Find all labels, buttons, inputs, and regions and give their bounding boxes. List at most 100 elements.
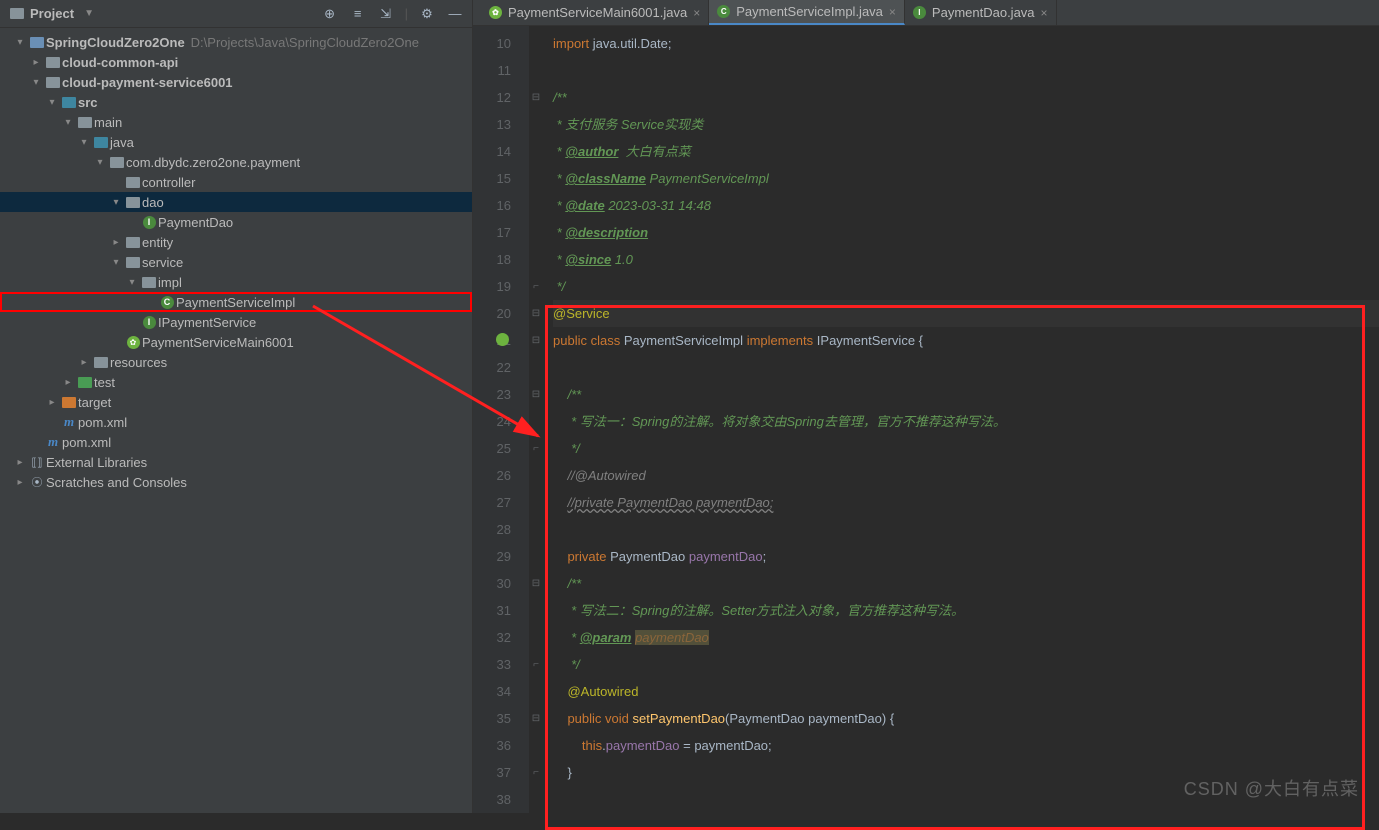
fold-marker[interactable]: ⊟	[529, 381, 543, 408]
tree-item-controller[interactable]: controller	[0, 172, 472, 192]
code-content[interactable]: import java.util.Date; /** * 支付服务 Service…	[543, 26, 1379, 813]
tree-item-ipaymentservice[interactable]: IIPaymentService	[0, 312, 472, 332]
code-line[interactable]: */	[553, 651, 1379, 678]
tree-arrow-icon[interactable]: ▾	[60, 117, 76, 128]
fold-marker[interactable]: ⊟	[529, 84, 543, 111]
tree-item-dao[interactable]: ▾dao	[0, 192, 472, 212]
code-line[interactable]	[553, 57, 1379, 84]
tree-item-pom-xml[interactable]: mpom.xml	[0, 412, 472, 432]
fold-marker[interactable]: ⊟	[529, 300, 543, 327]
fold-marker[interactable]	[529, 246, 543, 273]
fold-marker[interactable]	[529, 624, 543, 651]
tab-paymentdao[interactable]: IPaymentDao.java×	[905, 0, 1057, 25]
fold-marker[interactable]	[529, 597, 543, 624]
tree-arrow-icon[interactable]: ▸	[44, 397, 60, 408]
close-icon[interactable]: ×	[693, 6, 700, 20]
tree-item-paymentdao[interactable]: IPaymentDao	[0, 212, 472, 232]
fold-marker[interactable]: ⌐	[529, 273, 543, 300]
tree-arrow-icon[interactable]: ▾	[92, 157, 108, 168]
fold-marker[interactable]	[529, 543, 543, 570]
tree-item-paymentservicemain6001[interactable]: ✿PaymentServiceMain6001	[0, 332, 472, 352]
fold-marker[interactable]	[529, 462, 543, 489]
spring-gutter-icon[interactable]	[496, 333, 509, 346]
tree-item-target[interactable]: ▸target	[0, 392, 472, 412]
expand-icon[interactable]: ⇲	[377, 5, 395, 23]
tree-arrow-icon[interactable]: ▸	[12, 477, 28, 488]
project-tree[interactable]: ▾SpringCloudZero2OneD:\Projects\Java\Spr…	[0, 28, 472, 813]
chevron-down-icon[interactable]: ▼	[84, 8, 94, 19]
tree-arrow-icon[interactable]: ▾	[28, 77, 44, 88]
tree-arrow-icon[interactable]: ▾	[108, 257, 124, 268]
fold-marker[interactable]	[529, 57, 543, 84]
code-line[interactable]: * 写法二：Spring的注解。Setter方式注入对象，官方推荐这种写法。	[553, 597, 1379, 624]
code-line[interactable]: /**	[553, 381, 1379, 408]
code-line[interactable]: * @date 2023-03-31 14:48	[553, 192, 1379, 219]
fold-marker[interactable]: ⌐	[529, 759, 543, 786]
collapse-icon[interactable]: ≡	[349, 5, 367, 23]
sidebar-title[interactable]: Project	[30, 6, 80, 21]
tree-item-springcloudzero2one[interactable]: ▾SpringCloudZero2OneD:\Projects\Java\Spr…	[0, 32, 472, 52]
code-line[interactable]: //@Autowired	[553, 462, 1379, 489]
code-line[interactable]: import java.util.Date;	[553, 30, 1379, 57]
code-line[interactable]: * 写法一：Spring的注解。将对象交由Spring去管理，官方不推荐这种写法…	[553, 408, 1379, 435]
code-area[interactable]: 1011121314151617181920212223242526272829…	[473, 26, 1379, 813]
code-line[interactable]: * @className PaymentServiceImpl	[553, 165, 1379, 192]
close-icon[interactable]: ×	[1041, 6, 1048, 20]
code-line[interactable]: * @since 1.0	[553, 246, 1379, 273]
code-line[interactable]: @Service	[553, 300, 1379, 327]
code-line[interactable]: @Autowired	[553, 678, 1379, 705]
tree-item-pom-xml[interactable]: mpom.xml	[0, 432, 472, 452]
code-line[interactable]: * @param paymentDao	[553, 624, 1379, 651]
code-line[interactable]: * 支付服务 Service实现类	[553, 111, 1379, 138]
tree-arrow-icon[interactable]: ▸	[28, 57, 44, 68]
fold-marker[interactable]	[529, 516, 543, 543]
gear-icon[interactable]: ⚙	[418, 5, 436, 23]
tree-arrow-icon[interactable]: ▾	[124, 277, 140, 288]
tree-arrow-icon[interactable]: ▾	[44, 97, 60, 108]
code-line[interactable]: /**	[553, 570, 1379, 597]
fold-column[interactable]: ⊟⌐⊟⊟⊟⌐⊟⌐⊟⌐	[529, 26, 543, 813]
code-line[interactable]: public void setPaymentDao(PaymentDao pay…	[553, 705, 1379, 732]
fold-marker[interactable]	[529, 165, 543, 192]
tree-item-java[interactable]: ▾java	[0, 132, 472, 152]
code-line[interactable]: */	[553, 435, 1379, 462]
tree-item-src[interactable]: ▾src	[0, 92, 472, 112]
tree-arrow-icon[interactable]: ▾	[76, 137, 92, 148]
tab-paymentservicemain6001[interactable]: ✿PaymentServiceMain6001.java×	[481, 0, 709, 25]
tree-item-test[interactable]: ▸test	[0, 372, 472, 392]
fold-marker[interactable]	[529, 219, 543, 246]
fold-marker[interactable]: ⌐	[529, 651, 543, 678]
code-line[interactable]	[553, 516, 1379, 543]
code-line[interactable]: //private PaymentDao paymentDao;	[553, 489, 1379, 516]
fold-marker[interactable]: ⊟	[529, 327, 543, 354]
fold-marker[interactable]	[529, 354, 543, 381]
fold-marker[interactable]	[529, 489, 543, 516]
fold-marker[interactable]: ⊟	[529, 705, 543, 732]
fold-marker[interactable]	[529, 786, 543, 813]
fold-marker[interactable]	[529, 678, 543, 705]
tree-item-cloud-common-api[interactable]: ▸cloud-common-api	[0, 52, 472, 72]
fold-marker[interactable]	[529, 111, 543, 138]
tree-item-cloud-payment-service6001[interactable]: ▾cloud-payment-service6001	[0, 72, 472, 92]
code-line[interactable]: * @author 大白有点菜	[553, 138, 1379, 165]
fold-marker[interactable]	[529, 408, 543, 435]
code-line[interactable]: private PaymentDao paymentDao;	[553, 543, 1379, 570]
tree-item-external-libraries[interactable]: ▸⟦⟧External Libraries	[0, 452, 472, 472]
tree-item-main[interactable]: ▾main	[0, 112, 472, 132]
tree-arrow-icon[interactable]: ▸	[60, 377, 76, 388]
tree-item-scratches-and-consoles[interactable]: ▸⦿Scratches and Consoles	[0, 472, 472, 492]
fold-marker[interactable]	[529, 192, 543, 219]
target-icon[interactable]: ⊕	[321, 5, 339, 23]
code-line[interactable]	[553, 354, 1379, 381]
fold-marker[interactable]	[529, 30, 543, 57]
tree-arrow-icon[interactable]: ▾	[108, 197, 124, 208]
fold-marker[interactable]: ⊟	[529, 570, 543, 597]
tree-arrow-icon[interactable]: ▸	[108, 237, 124, 248]
hide-icon[interactable]: —	[446, 5, 464, 23]
tree-arrow-icon[interactable]: ▾	[12, 37, 28, 48]
tree-arrow-icon[interactable]: ▸	[12, 457, 28, 468]
tree-arrow-icon[interactable]: ▸	[76, 357, 92, 368]
tab-paymentserviceimpl[interactable]: CPaymentServiceImpl.java×	[709, 0, 905, 25]
code-line[interactable]: * @description	[553, 219, 1379, 246]
fold-marker[interactable]	[529, 732, 543, 759]
